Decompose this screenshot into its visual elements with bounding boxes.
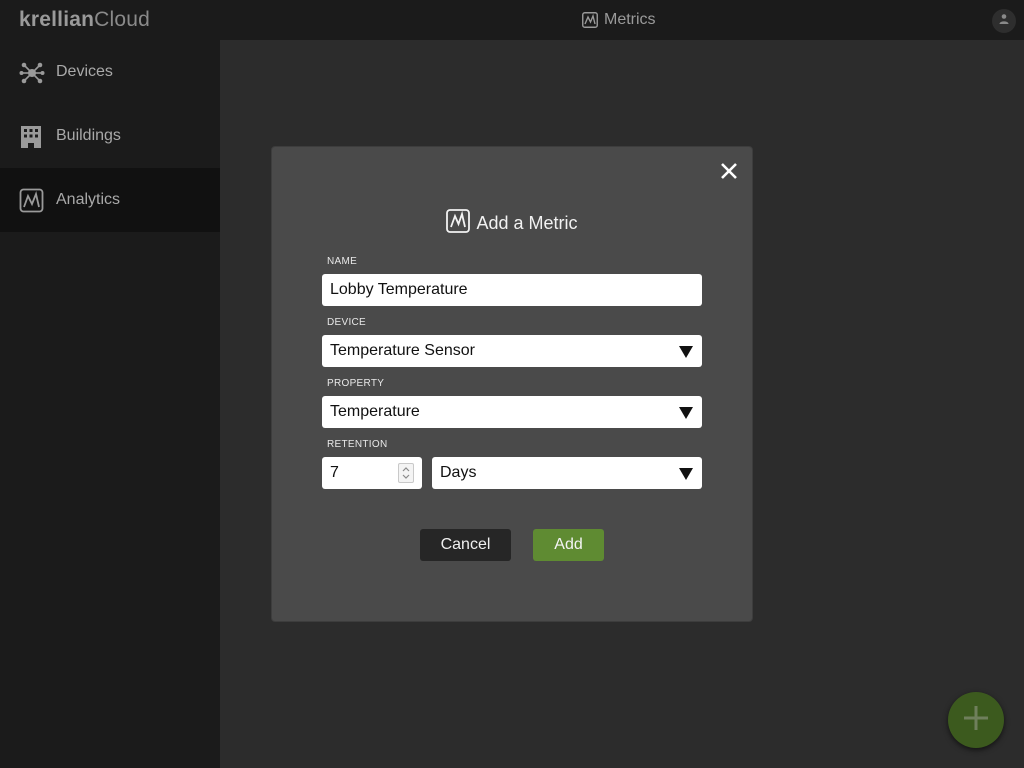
chart-icon (19, 188, 45, 214)
name-label: NAME (327, 256, 358, 267)
cancel-button[interactable]: Cancel (420, 529, 511, 561)
device-select-value: Temperature Sensor (330, 342, 475, 359)
app-header: krellianCloud Metrics (0, 0, 1024, 40)
page-title: Metrics (582, 9, 656, 31)
sidebar-item-label: Analytics (56, 191, 121, 208)
property-label: PROPERTY (327, 378, 385, 389)
plus-icon (962, 704, 990, 737)
dialog-title: Add a Metric (272, 209, 752, 238)
name-input[interactable] (322, 274, 702, 306)
add-button[interactable]: Add (533, 529, 604, 561)
page-title-text: Metrics (604, 11, 656, 28)
app-logo[interactable]: krellianCloud (19, 8, 150, 32)
dropdown-arrow-icon (679, 345, 693, 358)
sidebar-item-analytics[interactable]: Analytics (0, 168, 220, 232)
add-metric-fab[interactable] (948, 692, 1004, 748)
chart-icon (446, 209, 471, 238)
property-select-value: Temperature (330, 403, 420, 420)
dropdown-arrow-icon (679, 406, 693, 419)
user-icon (998, 12, 1010, 30)
retention-amount-input[interactable]: 7 (322, 457, 422, 489)
logo-brand-light: Cloud (94, 8, 151, 31)
device-select[interactable]: Temperature Sensor (322, 335, 702, 367)
add-metric-dialog: Add a Metric NAME DEVICE Temperature Sen… (272, 147, 752, 621)
building-icon (19, 124, 45, 150)
retention-amount-value: 7 (330, 464, 339, 481)
user-menu-button[interactable] (992, 9, 1016, 33)
sidebar-item-label: Devices (56, 63, 113, 80)
logo-brand-bold: krellian (19, 8, 95, 31)
sidebar-item-devices[interactable]: Devices (0, 40, 220, 104)
sidebar-item-label: Buildings (56, 127, 121, 144)
retention-unit-select[interactable]: Days (432, 457, 702, 489)
number-spinner[interactable] (398, 463, 414, 483)
dropdown-arrow-icon (679, 467, 693, 480)
sidebar: Devices Buildings Analytics (0, 40, 220, 768)
close-button[interactable] (718, 160, 740, 182)
property-select[interactable]: Temperature (322, 396, 702, 428)
sidebar-item-buildings[interactable]: Buildings (0, 104, 220, 168)
device-label: DEVICE (327, 317, 367, 328)
chart-icon (582, 12, 598, 28)
retention-unit-value: Days (440, 464, 477, 481)
dialog-title-text: Add a Metric (476, 213, 578, 233)
network-icon (19, 60, 45, 86)
retention-label: RETENTION (327, 439, 388, 450)
close-icon (718, 163, 740, 186)
